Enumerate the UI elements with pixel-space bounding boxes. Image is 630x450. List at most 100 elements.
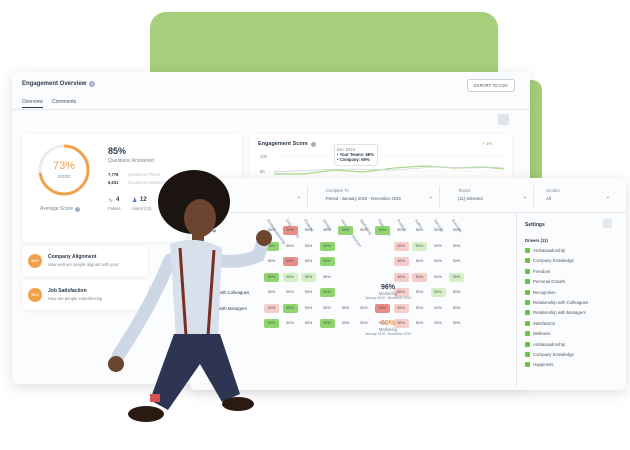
heatmap-cell[interactable]: 96% — [320, 226, 335, 235]
heatmap-cell[interactable]: 50% — [449, 272, 464, 282]
jumping-person-photo — [108, 170, 272, 422]
heatmap-cell[interactable]: 50% — [412, 257, 427, 266]
checkbox-checked-icon[interactable] — [525, 268, 530, 274]
trend-title: Engagement Score — [258, 141, 316, 147]
tab-comments[interactable]: Comments — [52, 99, 76, 105]
filter-compare-label: Compare To — [326, 188, 349, 193]
chevron-down-icon: ⌄ — [428, 194, 433, 200]
heatmap-cell[interactable]: 50% — [320, 273, 335, 282]
tooltip-line2: • Company: 69% — [337, 157, 370, 162]
checkbox-checked-icon[interactable] — [525, 362, 530, 368]
heatmap-cell[interactable]: 50% — [338, 319, 353, 328]
heatmap-cell[interactable]: 50% — [412, 304, 427, 313]
checkbox-checked-icon[interactable] — [525, 341, 530, 347]
expand-icon[interactable] — [498, 114, 509, 125]
checkbox-checked-icon[interactable] — [525, 248, 530, 253]
settings-driver-item[interactable]: Relationship with Colleagues — [525, 300, 588, 305]
heatmap-cell[interactable]: 50% — [375, 226, 390, 235]
heatmap-cell[interactable]: 50% — [431, 242, 446, 251]
heatmap-cell[interactable]: 50% — [431, 273, 446, 282]
heatmap-cell[interactable]: 50% — [319, 319, 335, 328]
settings-driver-label: Ambassadorship — [533, 341, 566, 347]
chevron-down-icon: ⌄ — [605, 194, 610, 200]
info-icon[interactable] — [310, 141, 316, 147]
heatmap-cell[interactable]: 50% — [301, 257, 316, 266]
heatmap-cell[interactable]: 50% — [431, 319, 446, 328]
heatmap-cell[interactable] — [357, 242, 372, 251]
heatmap-cell[interactable]: 50% — [338, 304, 353, 313]
heatmap-cell[interactable]: 30% — [338, 226, 353, 235]
heatmap-cell[interactable]: 50% — [375, 303, 390, 313]
checkbox-checked-icon[interactable] — [525, 320, 530, 326]
checkbox-checked-icon[interactable] — [525, 310, 530, 316]
heatmap-cell[interactable]: 50% — [319, 257, 335, 266]
heatmap-cell[interactable] — [338, 242, 353, 251]
heatmap-cell[interactable]: 50% — [431, 304, 446, 313]
heatmap-cell[interactable]: 50% — [320, 304, 335, 313]
heatmap-cell[interactable]: 50% — [357, 226, 372, 235]
heatmap-cell[interactable]: 50% — [449, 226, 464, 235]
heatmap-cell[interactable]: 50% — [393, 303, 409, 313]
settings-driver-item[interactable]: Satisfaction — [525, 320, 555, 326]
checkbox-checked-icon[interactable] — [525, 300, 530, 305]
settings-driver-item[interactable]: Personal Growth — [525, 279, 565, 285]
heatmap-cell[interactable]: 50% — [301, 288, 316, 297]
heatmap-cell[interactable]: 50% — [412, 226, 427, 235]
heatmap-cell[interactable] — [338, 273, 353, 282]
heatmap-cell[interactable]: 50% — [449, 242, 464, 251]
settings-driver-item[interactable]: Wellness — [525, 331, 550, 337]
heatmap-cell[interactable]: 50% — [412, 272, 427, 282]
checkbox-checked-icon[interactable] — [525, 331, 530, 337]
heatmap-cell[interactable] — [338, 288, 353, 297]
settings-driver-item[interactable]: Company Knowledge — [525, 258, 574, 264]
settings-driver-item[interactable]: Relationship with Managers — [525, 310, 586, 316]
heatmap-cell[interactable]: 50% — [449, 319, 464, 328]
filter-compare[interactable]: Compare To Period - January 2019 - Decem… — [318, 186, 440, 208]
heatmap-cell[interactable]: 50% — [449, 304, 464, 313]
heatmap-cell[interactable]: 50% — [301, 226, 316, 235]
heatmap-cell[interactable] — [375, 273, 390, 282]
heatmap-cell[interactable]: 50% — [301, 242, 316, 251]
filter-gender[interactable]: Gender All ⌄ — [540, 186, 618, 208]
settings-driver-item[interactable]: Ambassadorship — [525, 248, 565, 253]
heatmap-cell[interactable]: 50% — [430, 288, 446, 297]
settings-driver-item[interactable]: Ambassadorship — [525, 341, 566, 347]
heatmap-cell[interactable]: 50% — [393, 257, 409, 266]
checkbox-checked-icon[interactable] — [525, 279, 530, 285]
checkbox-checked-icon[interactable] — [525, 289, 530, 295]
info-icon[interactable] — [74, 206, 80, 212]
heatmap-cell[interactable] — [375, 242, 390, 251]
heatmap-cell[interactable]: 50% — [357, 304, 372, 313]
filter-teams-value: (11) Selected — [458, 196, 483, 201]
heatmap-cell[interactable]: 50% — [394, 226, 409, 235]
heatmap-cell[interactable]: 50% — [301, 304, 316, 313]
export-csv-button[interactable]: EXPORT TO CSV — [467, 79, 515, 92]
driver-title: Job Satisfaction — [48, 288, 87, 294]
heatmap-cell[interactable]: 50% — [301, 319, 316, 328]
heatmap-cell[interactable]: 50% — [449, 257, 464, 266]
heatmap-cell[interactable] — [338, 257, 353, 266]
heatmap-cell[interactable]: 50% — [412, 241, 427, 251]
heatmap-cell[interactable] — [357, 273, 372, 282]
heatmap-cell[interactable]: 50% — [393, 241, 409, 251]
heatmap-cell[interactable]: 50% — [319, 288, 335, 297]
settings-close-icon[interactable] — [603, 219, 612, 228]
settings-driver-item[interactable]: Freedom — [525, 268, 550, 274]
filter-teams[interactable]: Teams (11) Selected ⌄ — [452, 186, 534, 208]
info-icon[interactable]: i — [89, 81, 96, 87]
settings-driver-item[interactable]: Company Knowledge — [525, 352, 574, 357]
heatmap-cell[interactable]: 50% — [319, 241, 335, 251]
settings-driver-item[interactable]: Recognition — [525, 289, 556, 295]
heatmap-cell[interactable] — [357, 257, 372, 266]
checkbox-checked-icon[interactable] — [525, 352, 530, 357]
heatmap-cell[interactable]: 50% — [449, 288, 464, 297]
filter-compare-value: Period - January 2019 - December 2019 — [326, 196, 401, 201]
heatmap-cell[interactable] — [375, 257, 390, 266]
heatmap-cell[interactable]: 50% — [431, 226, 446, 235]
heatmap-cell[interactable]: 50% — [431, 257, 446, 266]
settings-driver-item[interactable]: Happiness — [525, 362, 553, 368]
heatmap-cell[interactable]: 50% — [393, 272, 409, 282]
tab-overview[interactable]: Overview — [22, 99, 43, 108]
checkbox-checked-icon[interactable] — [525, 258, 530, 264]
heatmap-cell[interactable]: 50% — [301, 272, 316, 282]
